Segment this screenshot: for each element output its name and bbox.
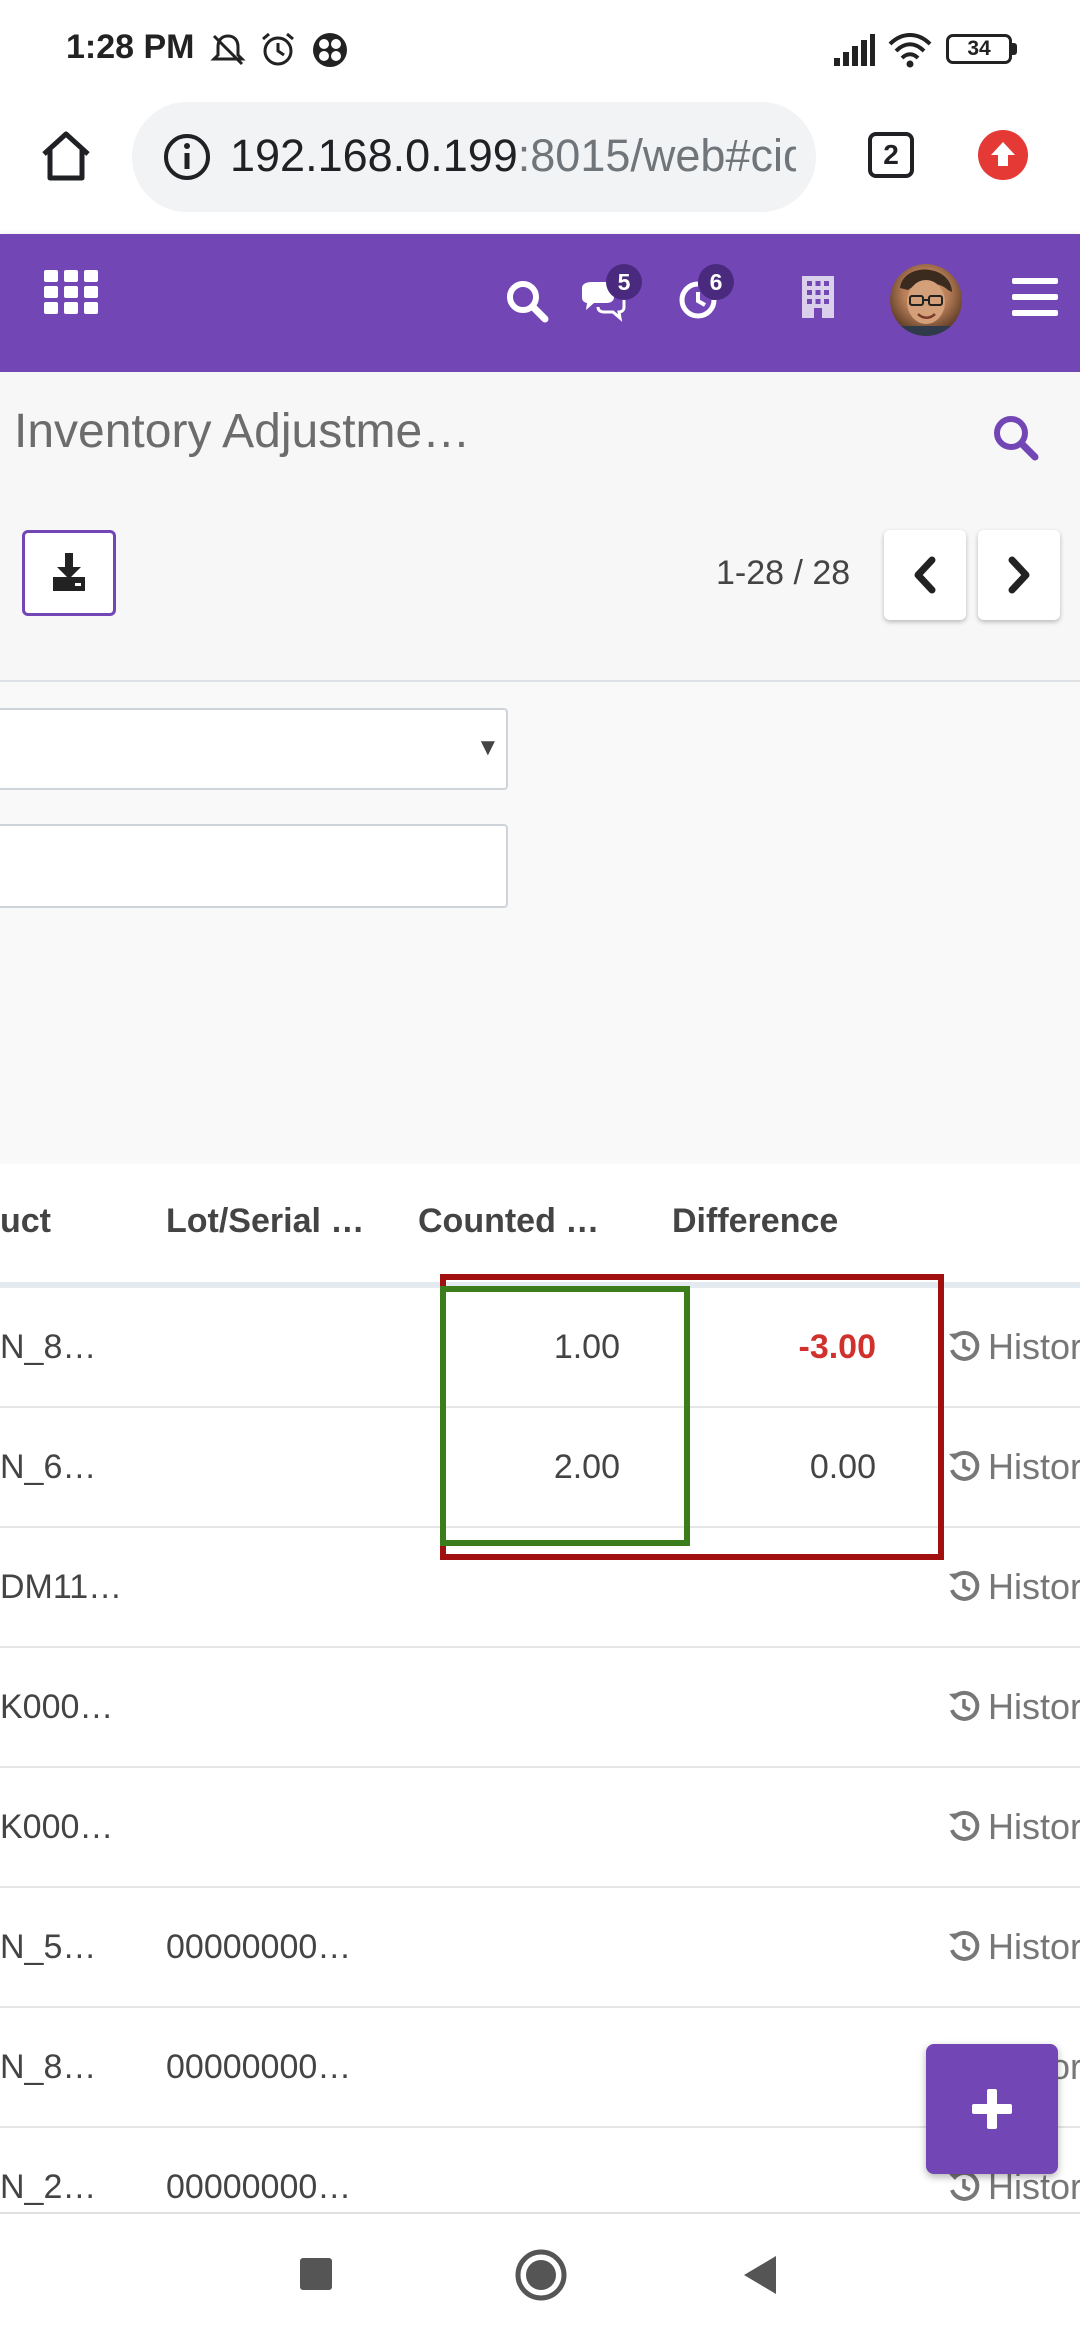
cell-product: N_8… [0,1328,97,1366]
battery-icon: 34 [946,34,1012,64]
filter-select[interactable] [0,708,508,790]
company-icon[interactable] [800,274,836,320]
history-button[interactable]: History [946,1326,1080,1373]
download-button[interactable] [22,530,116,616]
cell-lot: 00000000… [166,1928,352,1966]
chevron-left-icon [914,556,936,594]
history-button[interactable]: History [946,1806,1080,1853]
history-label: History [988,1566,1080,1607]
history-icon [946,2168,982,2213]
cell-product: K000… [0,1688,114,1726]
history-icon [946,1448,982,1493]
cell-lot: 00000000… [166,2168,352,2206]
history-button[interactable]: History [946,1926,1080,1973]
avatar-face [900,269,952,336]
filter-input[interactable] [0,824,508,908]
table-row[interactable] [0,1768,1080,1888]
status-time: 1:28 PM [66,28,195,66]
mute-icon [210,34,246,66]
column-header-difference[interactable]: Difference [672,1202,838,1241]
cell-product: N_2… [0,2168,97,2206]
cell-product: DM11… [0,1568,123,1606]
column-header-counted[interactable]: Counted … [418,1202,599,1241]
cell-lot: 00000000… [166,2048,352,2086]
info-icon[interactable] [162,132,212,182]
history-button[interactable]: History [946,1686,1080,1733]
history-label: History [988,1446,1080,1487]
plus-icon [972,2089,1012,2129]
cell-product: N_8… [0,2048,97,2086]
chevron-right-icon [1008,556,1030,594]
activities-badge: 6 [698,264,734,300]
history-label: History [988,1926,1080,1967]
wifi-icon [888,33,932,68]
search-toggle-icon[interactable] [990,412,1040,462]
history-icon [946,1568,982,1613]
pager-next-button[interactable] [978,530,1060,620]
history-icon [946,1928,982,1973]
table-row[interactable] [0,2008,1080,2128]
home-nav-icon[interactable] [514,2248,568,2302]
history-icon [946,1328,982,1373]
history-label: History [988,1686,1080,1727]
url-text[interactable]: 192.168.0.199:8015/web#cid [230,130,796,182]
column-header-lot[interactable]: Lot/Serial … [166,1202,364,1241]
column-header-product[interactable]: uct [0,1202,51,1241]
update-icon[interactable] [978,130,1028,180]
search-icon[interactable] [504,278,550,324]
add-button[interactable] [926,2044,1058,2174]
update-arrow-icon [991,142,1015,166]
page-title: Inventory Adjustme… [14,405,471,458]
table-row[interactable] [0,2128,1080,2212]
pager-value[interactable]: 1-28 / 28 [716,554,850,593]
pager-previous-button[interactable] [884,530,966,620]
download-icon [53,553,85,591]
alarm-icon [262,32,294,66]
cell-product: K000… [0,1808,114,1846]
table-row[interactable] [0,1648,1080,1768]
table-row[interactable] [0,1888,1080,2008]
avatar[interactable] [890,264,962,336]
back-icon[interactable] [742,2254,778,2296]
recents-icon[interactable] [298,2256,334,2292]
history-button[interactable]: History [946,1566,1080,1613]
highlight-box-green [440,1286,690,1546]
history-label: History [988,1326,1080,1367]
cell-product: N_6… [0,1448,97,1486]
hamburger-menu-icon[interactable] [1010,274,1060,320]
caret-down-icon: ▼ [476,734,500,761]
history-icon [946,1688,982,1733]
history-button[interactable]: History [946,1446,1080,1493]
messages-badge: 5 [606,264,642,300]
app-notification-icon [313,33,347,67]
home-icon[interactable] [38,128,94,184]
battery-tip [1012,43,1017,55]
url-path: :8015/web#cid [517,130,796,181]
cell-product: N_5… [0,1928,97,1966]
history-icon [946,1808,982,1853]
url-host: 192.168.0.199 [230,130,518,181]
apps-grid-icon[interactable] [42,268,100,316]
tabs-icon[interactable]: 2 [868,132,914,178]
history-label: History [988,1806,1080,1847]
signal-icon [834,34,875,66]
